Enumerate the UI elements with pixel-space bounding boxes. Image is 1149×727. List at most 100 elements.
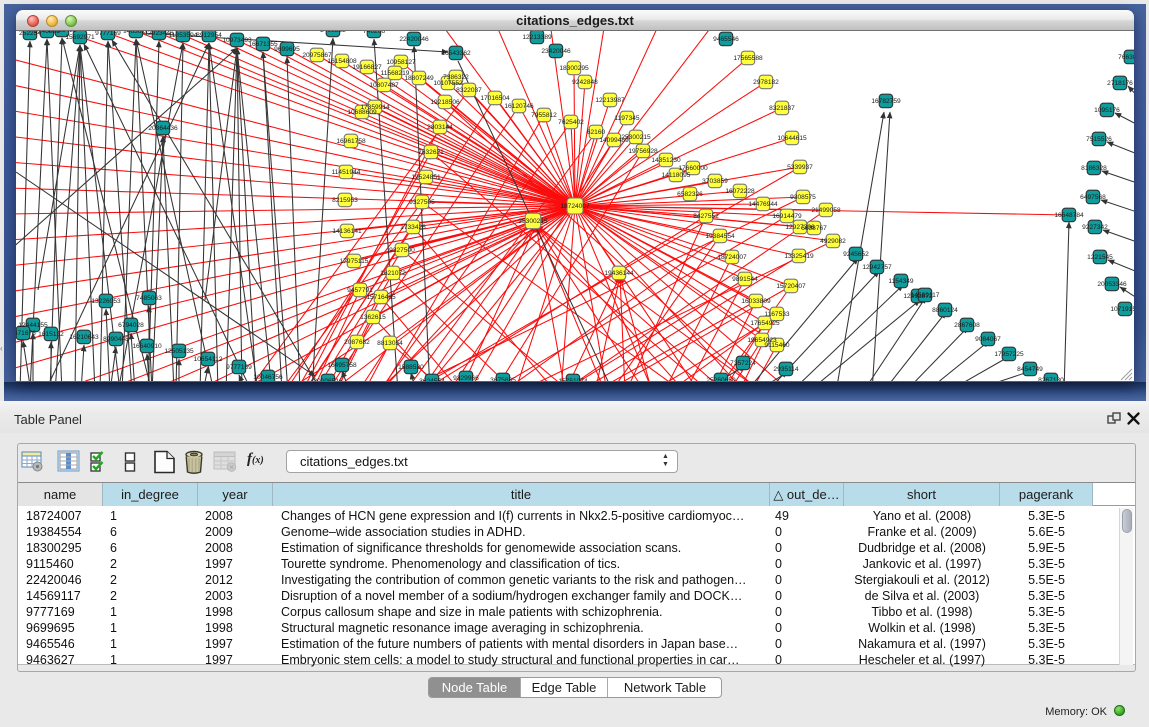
svg-text:10654112: 10654112 xyxy=(194,356,223,363)
svg-text:2935114: 2935114 xyxy=(773,366,799,373)
svg-text:16543362: 16543362 xyxy=(441,50,471,57)
svg-text:18724007: 18724007 xyxy=(560,203,590,210)
svg-text:14118095: 14118095 xyxy=(662,172,691,179)
svg-text:9699695: 9699695 xyxy=(274,46,300,53)
svg-text:13325419: 13325419 xyxy=(784,253,814,260)
svg-text:12505135: 12505135 xyxy=(164,348,194,355)
svg-text:15692971: 15692971 xyxy=(65,34,95,41)
svg-text:20364436: 20364436 xyxy=(148,125,178,132)
svg-text:20053346: 20053346 xyxy=(1097,281,1127,288)
svg-text:2978182: 2978182 xyxy=(753,79,779,86)
svg-text:7357224: 7357224 xyxy=(730,360,756,367)
svg-text:10644615: 10644615 xyxy=(777,135,807,142)
svg-text:12213987: 12213987 xyxy=(595,97,625,104)
svg-text:6638767: 6638767 xyxy=(801,225,827,232)
svg-text:16640910: 16640910 xyxy=(132,343,162,350)
svg-text:9308575: 9308575 xyxy=(790,194,816,201)
svg-text:9084067: 9084067 xyxy=(975,336,1001,343)
svg-text:9327505: 9327505 xyxy=(409,199,435,206)
svg-text:2718176: 2718176 xyxy=(1107,80,1133,87)
svg-text:9329966: 9329966 xyxy=(453,375,479,381)
svg-text:10046756: 10046756 xyxy=(253,374,283,381)
svg-text:18807249: 18807249 xyxy=(404,75,434,82)
svg-text:62160: 62160 xyxy=(587,129,606,136)
svg-text:1362615: 1362615 xyxy=(360,314,386,321)
svg-text:15751074: 15751074 xyxy=(558,378,588,381)
svg-text:8471676: 8471676 xyxy=(16,330,36,337)
svg-text:21499058: 21499058 xyxy=(811,207,841,214)
svg-text:9115460: 9115460 xyxy=(764,342,790,349)
svg-text:17957225: 17957225 xyxy=(994,351,1024,358)
svg-text:19436144: 19436144 xyxy=(604,270,634,277)
svg-text:16120746: 16120746 xyxy=(504,103,534,110)
svg-text:19166827: 19166827 xyxy=(352,64,382,71)
svg-text:3703859: 3703859 xyxy=(702,178,728,185)
svg-text:7515526: 7515526 xyxy=(1086,136,1112,143)
svg-text:16210643: 16210643 xyxy=(69,334,99,341)
svg-text:3498222: 3498222 xyxy=(320,31,346,34)
svg-text:1095176: 1095176 xyxy=(1094,107,1120,114)
svg-text:16961758: 16961758 xyxy=(336,138,366,145)
svg-text:25300215: 25300215 xyxy=(621,134,651,141)
svg-text:7663822: 7663822 xyxy=(1118,54,1134,61)
svg-text:17660000: 17660000 xyxy=(678,165,708,172)
svg-text:2867608: 2867608 xyxy=(954,322,980,329)
svg-text:9327500: 9327500 xyxy=(389,247,415,254)
svg-text:16914479: 16914479 xyxy=(772,213,802,220)
svg-text:5339937: 5339937 xyxy=(787,164,813,171)
svg-text:18300295: 18300295 xyxy=(559,65,589,72)
svg-text:3624554: 3624554 xyxy=(419,378,445,381)
svg-text:9891544: 9891544 xyxy=(732,276,758,283)
svg-text:10107552: 10107552 xyxy=(433,80,463,87)
svg-text:25300215: 25300215 xyxy=(518,218,548,225)
svg-text:8860124: 8860124 xyxy=(932,307,958,314)
svg-text:7632621: 7632621 xyxy=(418,149,444,156)
svg-text:8454749: 8454749 xyxy=(1017,366,1043,373)
svg-text:9245652: 9245652 xyxy=(843,251,869,258)
svg-text:8267130: 8267130 xyxy=(1038,377,1064,381)
svg-text:1733426: 1733426 xyxy=(400,224,426,231)
svg-text:1167533: 1167533 xyxy=(764,311,790,318)
svg-text:16495758: 16495758 xyxy=(327,362,357,369)
svg-text:16033809: 16033809 xyxy=(741,298,771,305)
svg-text:9242848: 9242848 xyxy=(572,79,598,86)
svg-text:17016504: 17016504 xyxy=(480,95,510,102)
svg-text:1221545: 1221545 xyxy=(1087,254,1113,261)
svg-text:19218506: 19218506 xyxy=(430,99,460,106)
svg-text:14476944: 14476944 xyxy=(748,201,778,208)
svg-text:8321837: 8321837 xyxy=(769,105,795,112)
svg-text:2087682: 2087682 xyxy=(344,339,370,346)
svg-text:12942757: 12942757 xyxy=(862,264,892,271)
svg-text:16072228: 16072228 xyxy=(725,188,755,195)
svg-text:8215953: 8215953 xyxy=(332,197,358,204)
svg-text:8427552: 8427552 xyxy=(693,213,719,220)
svg-text:14136141: 14136141 xyxy=(332,228,362,235)
svg-text:10719155: 10719155 xyxy=(1110,306,1134,313)
svg-text:9457791: 9457791 xyxy=(347,287,373,294)
svg-text:1154349: 1154349 xyxy=(888,278,914,285)
svg-text:8912954: 8912954 xyxy=(196,32,222,39)
svg-text:17654925: 17654925 xyxy=(750,320,780,327)
svg-text:19524851: 19524851 xyxy=(411,174,441,181)
svg-text:22420046: 22420046 xyxy=(399,36,429,43)
svg-text:23420046: 23420046 xyxy=(541,48,571,55)
svg-text:17565588: 17565588 xyxy=(733,55,763,62)
svg-text:8990448: 8990448 xyxy=(103,336,129,343)
svg-text:9777169: 9777169 xyxy=(95,31,121,37)
svg-text:16648784: 16648784 xyxy=(1054,212,1084,219)
svg-text:20206516: 20206516 xyxy=(313,378,343,381)
svg-text:16782759: 16782759 xyxy=(871,98,901,105)
svg-text:1621072: 1621072 xyxy=(380,270,406,277)
svg-text:14351230: 14351230 xyxy=(651,157,681,164)
svg-text:10958127: 10958127 xyxy=(386,59,416,66)
svg-text:7625402: 7625402 xyxy=(558,119,584,126)
svg-text:10807487: 10807487 xyxy=(369,82,399,89)
svg-text:15716485: 15716485 xyxy=(366,294,396,301)
svg-text:10688609: 10688609 xyxy=(347,109,377,116)
svg-text:9227342: 9227342 xyxy=(1082,224,1108,231)
svg-text:2803144: 2803144 xyxy=(427,124,453,131)
svg-text:8186328: 8186328 xyxy=(1081,165,1107,172)
svg-text:7485063: 7485063 xyxy=(136,295,162,302)
svg-text:7955812: 7955812 xyxy=(531,112,557,119)
svg-text:8813054: 8813054 xyxy=(377,340,403,347)
